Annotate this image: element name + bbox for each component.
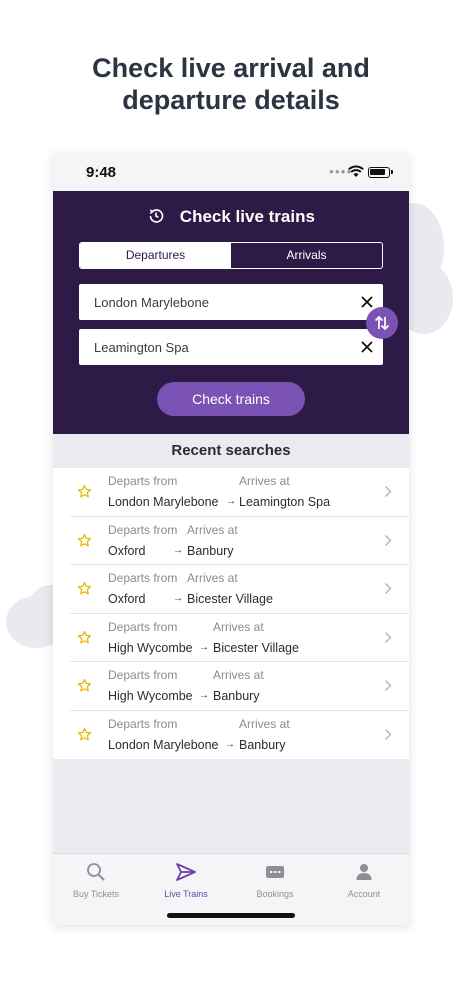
chevron-right-icon <box>384 534 392 546</box>
star-icon[interactable] <box>77 484 92 499</box>
arrival-station: Bicester Village <box>213 640 299 655</box>
swap-stations-button[interactable] <box>366 307 398 339</box>
promo-headline-line2: departure details <box>122 85 340 115</box>
chevron-right-icon <box>384 485 392 498</box>
wifi-icon <box>348 165 364 177</box>
star-icon[interactable] <box>77 727 92 742</box>
recent-searches-title: Recent searches <box>171 442 291 459</box>
departure-station: High Wycombe <box>108 640 193 655</box>
arrives-label: Arrives at <box>213 619 264 634</box>
live-trains-panel: Check live trains Departures Arrivals Lo… <box>53 191 409 434</box>
departs-label: Departs from <box>108 668 178 682</box>
live-trains-title-text: Check live trains <box>179 207 315 226</box>
phone-screen: 9:48 ●●●● Check live trains Departures A… <box>53 153 409 925</box>
ticket-icon <box>266 866 284 878</box>
departs-label: Departs from <box>108 716 178 731</box>
chevron-right-icon <box>384 631 392 643</box>
departs-label: Departs from <box>108 474 178 488</box>
tab-departures[interactable]: Departures <box>80 243 231 268</box>
arrival-station: Banbury <box>213 689 260 703</box>
clock-history-icon <box>149 209 164 223</box>
battery-icon <box>368 167 393 178</box>
chevron-right-icon <box>384 582 392 595</box>
bottom-tab-bar: Buy Tickets Live Trains Bookings Account <box>53 853 409 925</box>
arrives-label: Arrives at <box>187 522 238 537</box>
arrival-station: Leamington Spa <box>239 495 331 509</box>
arrow-icon: → <box>199 641 209 653</box>
clear-from-icon[interactable] <box>359 294 375 310</box>
tab-bookings[interactable]: Bookings <box>240 862 310 899</box>
tab-label: Account <box>347 889 381 899</box>
tab-arrivals[interactable]: Arrivals <box>231 243 382 268</box>
departs-label: Departs from <box>108 619 178 634</box>
arrow-icon: → <box>199 690 209 701</box>
search-icon <box>87 863 105 881</box>
arrival-station: Bicester Village <box>187 592 273 606</box>
star-icon[interactable] <box>77 581 92 596</box>
arrow-icon: → <box>173 544 183 556</box>
recent-search-row[interactable]: Departs from Arrives at High Wycombe → B… <box>53 662 409 711</box>
recent-search-row[interactable]: Departs from Arrives at Oxford → Biceste… <box>53 565 409 614</box>
departure-station: High Wycombe <box>108 689 193 703</box>
star-icon[interactable] <box>77 630 92 645</box>
tab-label: Live Trains <box>164 889 208 899</box>
departure-station: London Marylebone <box>108 737 219 752</box>
person-icon <box>356 864 372 880</box>
tab-account[interactable]: Account <box>329 862 399 899</box>
arrives-label: Arrives at <box>187 571 238 585</box>
promo-headline-line1: Check live arrival and <box>92 53 370 83</box>
to-station-value: Leamington Spa <box>94 340 189 355</box>
recent-search-row[interactable]: Departs from Arrives at Oxford → Banbury <box>53 517 409 565</box>
arrives-label: Arrives at <box>239 716 290 731</box>
departure-station: Oxford <box>108 543 146 558</box>
arrives-label: Arrives at <box>239 474 290 488</box>
tab-buy-tickets[interactable]: Buy Tickets <box>61 862 131 899</box>
tab-label: Buy Tickets <box>72 889 119 899</box>
promo-headline: Check live arrival and departure details <box>0 52 462 116</box>
arrow-icon: → <box>225 738 235 750</box>
tab-live-trains[interactable]: Live Trains <box>151 862 221 899</box>
send-icon <box>176 863 196 881</box>
recent-search-row[interactable]: Departs from Arrives at London Marylebon… <box>53 468 409 517</box>
arrival-station: Banbury <box>187 543 234 558</box>
departure-station: London Marylebone <box>108 495 219 509</box>
status-time: 9:48 <box>86 164 117 181</box>
status-bar: 9:48 ●●●● <box>53 153 409 191</box>
to-station-field[interactable]: Leamington Spa <box>79 329 383 365</box>
departs-label: Departs from <box>108 522 178 537</box>
live-trains-title: Check live trains <box>53 207 409 227</box>
arrow-icon: → <box>226 496 236 507</box>
home-indicator <box>167 913 295 918</box>
chevron-right-icon <box>384 728 392 740</box>
swap-arrows-icon <box>374 315 390 331</box>
recent-search-row[interactable]: Departs from Arrives at London Marylebon… <box>53 711 409 760</box>
from-station-value: London Marylebone <box>94 295 209 310</box>
chevron-right-icon <box>384 679 392 692</box>
arrival-station: Banbury <box>239 737 286 752</box>
star-icon[interactable] <box>77 678 92 693</box>
arrives-label: Arrives at <box>213 668 264 682</box>
recent-search-row[interactable]: Departs from Arrives at High Wycombe → B… <box>53 614 409 662</box>
departs-label: Departs from <box>108 571 178 585</box>
check-trains-button[interactable]: Check trains <box>157 382 305 416</box>
from-station-field[interactable]: London Marylebone <box>79 284 383 320</box>
recent-searches-list: Departs from Arrives at London Marylebon… <box>53 468 409 759</box>
tab-label: Bookings <box>256 889 294 899</box>
clear-to-icon[interactable] <box>359 339 375 355</box>
direction-toggle: Departures Arrivals <box>79 242 383 269</box>
arrow-icon: → <box>173 593 183 604</box>
star-icon[interactable] <box>77 533 92 548</box>
departure-station: Oxford <box>108 592 146 606</box>
